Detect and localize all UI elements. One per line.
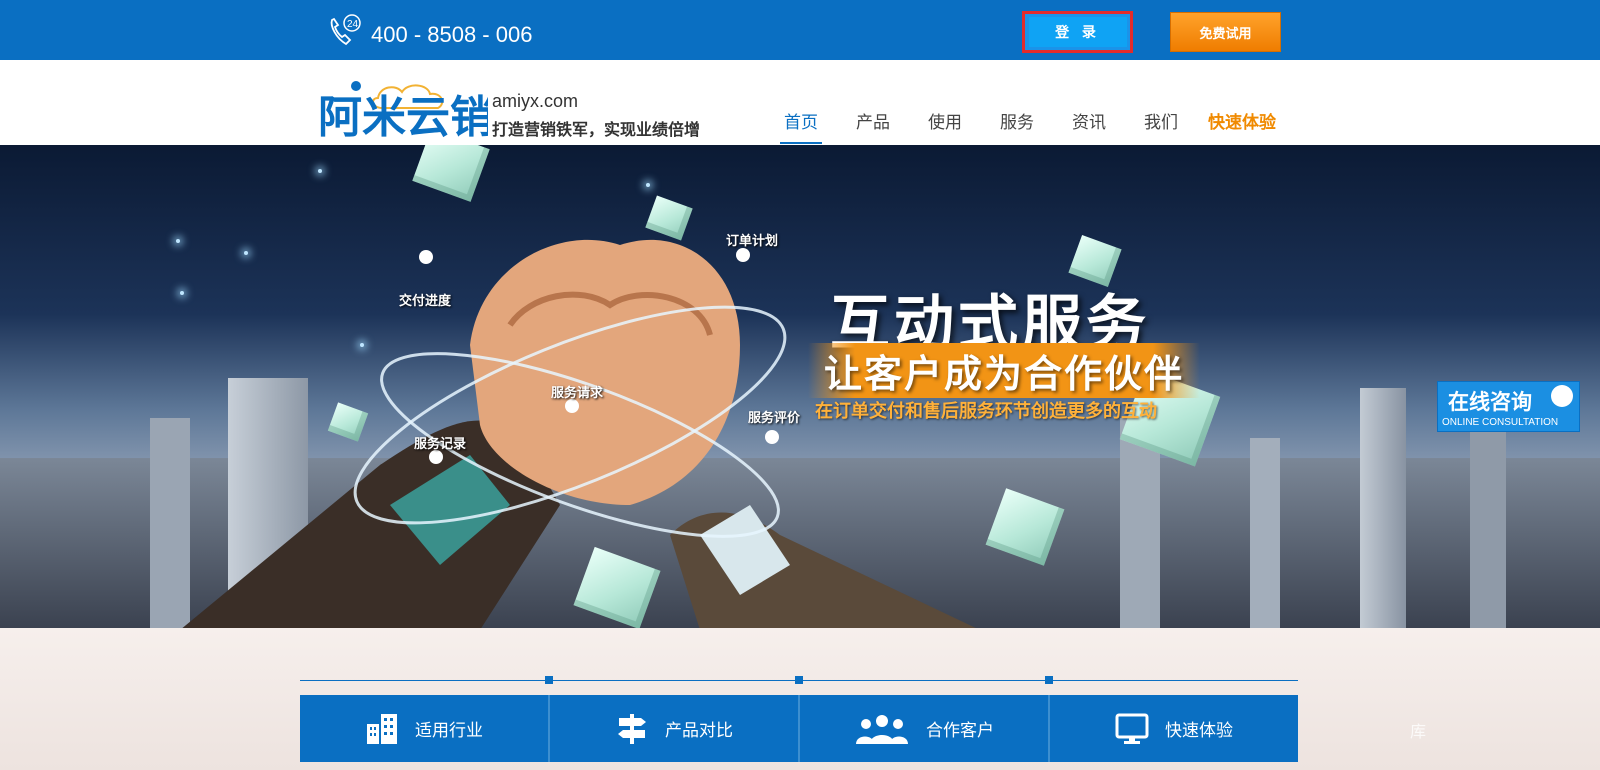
hero-banner[interactable]: 订单计划 交付进度 服务请求 服务记录 服务评价 互动式服务 让客户成为合作伙伴… (0, 145, 1600, 628)
monitor-icon (1115, 712, 1149, 746)
feature-label: 适用行业 (415, 721, 483, 741)
online-consultation-button[interactable]: 在线咨询 ONLINE CONSULTATION (1437, 381, 1580, 432)
login-button[interactable]: 登 录 (1022, 11, 1133, 53)
building (1470, 428, 1506, 628)
logo-slogan: 打造营销铁军，实现业绩倍增 (492, 120, 701, 139)
feature-industries[interactable]: 适用行业 (300, 695, 550, 762)
free-trial-button[interactable]: 免费试用 (1170, 12, 1281, 52)
orbit-label-service-request: 服务请求 (551, 386, 604, 401)
users-icon (854, 712, 910, 746)
orbit-label-delivery: 交付进度 (399, 294, 452, 309)
banner-tagline: 在订单交付和售后服务环节创造更多的互动 (815, 401, 1157, 422)
orbit-label-service-record: 服务记录 (414, 437, 467, 452)
nav-item-news[interactable]: 资讯 (1053, 108, 1125, 144)
logo-domain: amiyx.com (492, 91, 579, 111)
logo-text: 阿米云销 (318, 92, 488, 138)
login-button-label: 登 录 (1028, 17, 1127, 47)
feature-label: 快速体验 (1165, 721, 1233, 741)
feature-bar: 适用行业 产品对比 合作客户 快速体验 (300, 695, 1298, 762)
consult-sublabel: ONLINE CONSULTATION (1442, 417, 1559, 428)
svg-text:24: 24 (347, 19, 359, 30)
feature-quick-try[interactable]: 快速体验 (1050, 695, 1298, 762)
consult-label: 在线咨询 (1448, 390, 1532, 414)
sparkle (646, 183, 650, 187)
feature-clients[interactable]: 合作客户 (800, 695, 1050, 762)
top-bar: 24 400 - 8508 - 006 登 录 免费试用 (0, 0, 1600, 60)
feature-label: 产品对比 (665, 721, 733, 741)
orbit-label-service-review: 服务评价 (748, 411, 801, 426)
divider-dot (795, 676, 803, 684)
building (1250, 438, 1280, 628)
phone-24h-icon: 24 (330, 14, 361, 46)
nav-item-about[interactable]: 我们 (1125, 108, 1197, 144)
signpost-icon (615, 712, 649, 746)
feature-label: 合作客户 (926, 721, 994, 741)
building (1360, 388, 1406, 628)
nav-item-services[interactable]: 服务 (981, 108, 1053, 144)
nav-item-home[interactable]: 首页 (765, 108, 837, 144)
faded-text: 库 (1410, 722, 1427, 741)
nav-item-quick-try[interactable]: 快速体验 (1197, 108, 1287, 144)
banner-subline: 让客户成为合作伙伴 (808, 343, 1201, 398)
nav-item-usage[interactable]: 使用 (909, 108, 981, 144)
logo[interactable]: 阿米云销 (318, 78, 488, 138)
main-nav: 首页 产品 使用 服务 资讯 我们 快速体验 (765, 108, 1287, 144)
nav-item-products[interactable]: 产品 (837, 108, 909, 144)
divider-dot (545, 676, 553, 684)
building-icon (365, 712, 399, 746)
phone-number: 400 - 8508 - 006 (371, 22, 533, 47)
orbit-label-order-plan: 订单计划 (726, 234, 779, 249)
divider-dot (1045, 676, 1053, 684)
sparkle (318, 169, 322, 173)
site-header: 阿米云销 amiyx.com 打造营销铁军，实现业绩倍增 首页 产品 使用 服务… (0, 60, 1600, 145)
chat-bubble-icon (1551, 385, 1573, 407)
feature-product-compare[interactable]: 产品对比 (550, 695, 800, 762)
cube-decoration (412, 145, 490, 202)
